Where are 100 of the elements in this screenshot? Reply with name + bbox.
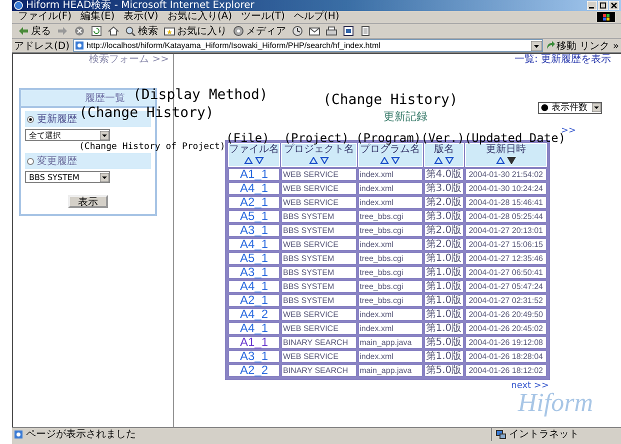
panel-title: 履歴一覧 xyxy=(85,92,125,105)
column-header[interactable]: 更新日時 xyxy=(464,143,547,167)
file-link[interactable]: A4_1 xyxy=(228,182,280,195)
toolbar-button[interactable]: メディア xyxy=(233,24,286,38)
media-icon xyxy=(233,26,244,36)
dropdown[interactable]: 全て選択 xyxy=(25,129,110,141)
table-cell: 2004-01-28 05:25:44 xyxy=(464,210,547,223)
table-cell: 2004-01-26 20:45:02 xyxy=(464,322,547,335)
toolbar-button[interactable]: 検索 xyxy=(125,24,158,38)
display-history-link[interactable]: 一覧: 更新履歴を表示 xyxy=(514,54,611,66)
toolbar-button[interactable]: 戻る xyxy=(18,24,51,38)
table-cell: 第1.0版 xyxy=(424,308,464,321)
address-field[interactable]: http://localhost/hiform/Katayama_Hiform/Isowaki_Hiform/PHP/search/hf_index.html xyxy=(72,39,543,52)
table-cell: 第5.0版 xyxy=(424,336,464,349)
clock-icon[interactable] xyxy=(292,26,303,36)
table-cell: WEB SERVICE xyxy=(281,238,357,251)
maximize-icon[interactable] xyxy=(598,1,608,10)
menu-item[interactable]: ファイル(F) xyxy=(18,11,72,23)
file-link[interactable]: A2_1 xyxy=(228,294,280,307)
radio-button[interactable] xyxy=(27,158,34,164)
page-heading: 更新記録 xyxy=(382,109,428,124)
table-cell: main_app.java xyxy=(358,336,423,349)
table-cell: 2004-01-27 06:50:41 xyxy=(464,266,547,279)
house-icon[interactable] xyxy=(108,26,119,36)
table-cell: 2004-01-26 19:12:08 xyxy=(464,336,547,349)
count-dropdown[interactable]: ● 表示件数 xyxy=(538,102,602,114)
menu-item[interactable]: ツール(T) xyxy=(241,11,285,23)
table-cell: 第2.0版 xyxy=(424,196,464,209)
page-icon xyxy=(14,430,23,438)
envelope-icon[interactable] xyxy=(309,26,320,36)
next-link[interactable]: next >> xyxy=(511,381,549,392)
table-cell: index.xml xyxy=(358,308,423,321)
table-cell: 2004-01-27 02:31:52 xyxy=(464,294,547,307)
menu-item[interactable]: お気に入り(A) xyxy=(167,11,232,23)
file-link[interactable]: A2_2 xyxy=(228,364,280,377)
column-header[interactable]: ファイル名 xyxy=(228,143,280,167)
table-cell: 第3.0版 xyxy=(424,182,464,195)
sort-arrows-icon[interactable] xyxy=(308,156,329,164)
show-button[interactable]: 表示 xyxy=(68,195,108,208)
file-link[interactable]: A1_1 xyxy=(228,168,280,181)
table-cell: 第2.0版 xyxy=(424,224,464,237)
menu-item[interactable]: 編集(E) xyxy=(80,11,115,23)
page-icon xyxy=(74,41,84,50)
links-button[interactable]: リンク » xyxy=(580,38,619,52)
column-header[interactable]: プロジェクト名 xyxy=(281,143,357,167)
file-link[interactable]: A2_1 xyxy=(228,196,280,209)
file-link[interactable]: A4_2 xyxy=(228,308,280,321)
file-link[interactable]: A3_1 xyxy=(228,266,280,279)
table-cell: 2004-01-27 12:35:46 xyxy=(464,252,547,265)
table-cell: main_app.java xyxy=(358,364,423,377)
left-arrow-icon xyxy=(18,26,29,36)
table-cell: 2004-01-26 20:49:50 xyxy=(464,308,547,321)
table-cell: 第3.0版 xyxy=(424,210,464,223)
file-link[interactable]: A4_1 xyxy=(228,322,280,335)
column-header[interactable]: プログラム名 xyxy=(358,143,423,167)
table-cell: BINARY SEARCH xyxy=(281,336,357,349)
go-button[interactable]: 移動 xyxy=(546,38,577,52)
column-header[interactable]: 版名 xyxy=(424,143,464,167)
sort-arrows-icon[interactable] xyxy=(244,156,264,164)
menu-item[interactable]: ヘルプ(H) xyxy=(294,11,340,23)
file-link[interactable]: A3_1 xyxy=(228,224,280,237)
logo-text: Hiform xyxy=(518,390,594,416)
address-label: アドレス(D) xyxy=(14,40,70,52)
stop-icon[interactable] xyxy=(74,26,85,36)
table-cell: index.xml xyxy=(358,322,423,335)
annotation-text: (Change History of Project) xyxy=(79,142,226,153)
sort-arrows-icon[interactable] xyxy=(380,156,400,164)
file-link[interactable]: A5_1 xyxy=(228,210,280,223)
radio-option[interactable]: 変更履歴 xyxy=(25,153,151,169)
table-cell: 第4.0版 xyxy=(424,168,464,181)
sort-arrows-icon[interactable] xyxy=(434,156,454,164)
table-cell: 2004-01-27 15:06:15 xyxy=(464,238,547,251)
radio-button[interactable] xyxy=(27,116,34,122)
table-cell: 第1.0版 xyxy=(424,266,464,279)
table-cell: tree_bbs.cgi xyxy=(358,224,423,237)
printer-icon[interactable] xyxy=(326,26,337,36)
dropdown-arrow-icon xyxy=(100,130,109,140)
file-link[interactable]: A5_1 xyxy=(228,252,280,265)
table-cell: 2004-01-26 18:12:02 xyxy=(464,364,547,377)
menu-item[interactable]: 表示(V) xyxy=(124,11,158,23)
sort-arrows-icon[interactable] xyxy=(496,156,516,164)
annotation-text: (Display Method) xyxy=(133,88,268,103)
go-arrow-icon xyxy=(546,41,555,50)
file-link[interactable]: A3_1 xyxy=(228,350,280,363)
table-cell: tree_bbs.cgi xyxy=(358,266,423,279)
file-link[interactable]: A4_1 xyxy=(228,280,280,293)
page-icon[interactable] xyxy=(360,26,371,36)
close-icon[interactable] xyxy=(609,1,619,10)
table-cell: 第1.0版 xyxy=(424,252,464,265)
document-icon[interactable] xyxy=(343,26,354,36)
minimize-icon[interactable] xyxy=(587,1,597,10)
table-cell: index.xml xyxy=(358,182,423,195)
file-link[interactable]: A4_1 xyxy=(228,238,280,251)
refresh-icon[interactable] xyxy=(91,26,102,36)
table-cell: WEB SERVICE xyxy=(281,196,357,209)
table-cell: tree_bbs.cgi xyxy=(358,252,423,265)
toolbar-button[interactable]: お気に入り xyxy=(164,24,227,38)
dropdown[interactable]: BBS SYSTEM xyxy=(25,171,110,183)
file-link[interactable]: A1_1 xyxy=(228,336,280,349)
globe-icon xyxy=(14,1,23,10)
